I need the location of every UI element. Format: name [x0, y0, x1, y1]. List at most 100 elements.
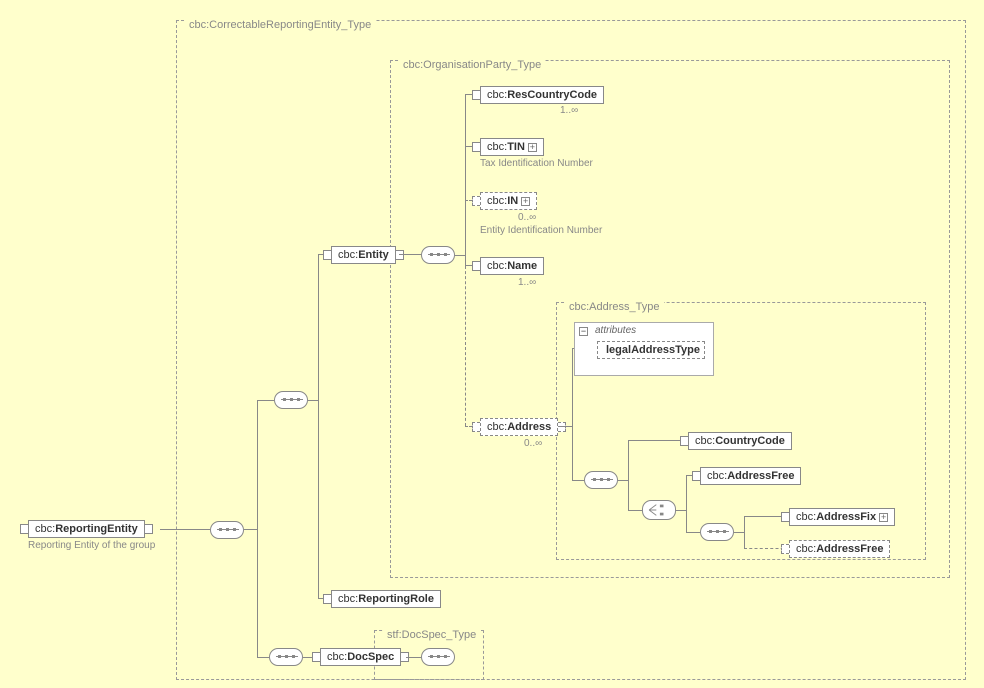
reporting-entity-desc: Reporting Entity of the group [28, 540, 168, 551]
prefix: cbc: [35, 523, 55, 535]
elname: DocSpec [347, 651, 394, 663]
expand-icon[interactable]: + [528, 143, 537, 152]
tab [312, 652, 320, 662]
elname: AddressFree [816, 543, 883, 555]
tab [472, 196, 480, 206]
prefix: cbc: [796, 543, 816, 555]
connector [257, 657, 269, 658]
prefix: cbc: [338, 593, 358, 605]
tab [692, 471, 700, 481]
connector [308, 400, 318, 401]
connector [734, 532, 744, 533]
card-name: 1..∞ [518, 277, 536, 288]
connector [676, 510, 686, 511]
expand-icon[interactable]: + [879, 513, 888, 522]
connector [160, 529, 210, 530]
elname: TIN [507, 141, 525, 153]
connector [257, 400, 274, 401]
elname: IN [507, 195, 518, 207]
group-docspec-title: stf:DocSpec_Type [383, 629, 480, 641]
node-name: cbc:Name [480, 257, 544, 275]
group-correctable-title: cbc:CorrectableReportingEntity_Type [185, 19, 375, 31]
connector [244, 529, 257, 530]
tab [323, 594, 331, 604]
tab [145, 524, 153, 534]
node-entity: cbc:Entity [331, 246, 396, 264]
prefix: cbc: [487, 89, 507, 101]
prefix: cbc: [707, 470, 727, 482]
elname: AddressFix [816, 511, 876, 523]
connector [744, 516, 745, 548]
node-docspec: cbc:DocSpec [320, 648, 401, 666]
elname: Entity [358, 249, 389, 261]
connector [257, 400, 258, 658]
connector [399, 254, 421, 255]
prefix: cbc: [796, 511, 816, 523]
collapse-icon[interactable]: − [579, 327, 588, 336]
connector [406, 657, 421, 658]
elname: AddressFree [727, 470, 794, 482]
sequence-connector [274, 391, 308, 409]
elname: ResCountryCode [507, 89, 597, 101]
card-in: 0..∞ [518, 212, 536, 223]
sequence-connector [210, 521, 244, 539]
elname: Address [507, 421, 551, 433]
prefix: cbc: [327, 651, 347, 663]
connector [558, 426, 572, 427]
node-in: cbc:IN+ [480, 192, 537, 210]
connector [628, 440, 688, 441]
connector [628, 440, 629, 510]
tab [781, 512, 789, 522]
node-addressfree-2: cbc:AddressFree [789, 540, 890, 558]
prefix: cbc: [487, 195, 507, 207]
sequence-connector [421, 246, 455, 264]
connector [572, 348, 573, 480]
node-reporting-entity: cbc:ReportingEntity [28, 520, 145, 538]
connector [628, 510, 642, 511]
tab [472, 261, 480, 271]
in-desc: Entity Identification Number [480, 225, 602, 236]
tab [396, 250, 404, 260]
connector [455, 255, 465, 256]
node-countrycode: cbc:CountryCode [688, 432, 792, 450]
tab [781, 544, 789, 554]
attributes-label: attributes [595, 325, 636, 336]
sequence-connector [584, 471, 618, 489]
elname: ReportingRole [358, 593, 434, 605]
elname: CountryCode [715, 435, 785, 447]
tab [680, 436, 688, 446]
expand-icon[interactable]: + [521, 197, 530, 206]
connector [465, 94, 466, 266]
attr-legaladdresstype: legalAddressType [597, 341, 705, 359]
prefix: cbc: [695, 435, 715, 447]
sequence-connector [269, 648, 303, 666]
elname: ReportingEntity [55, 523, 138, 535]
tab [20, 524, 28, 534]
tab [472, 142, 480, 152]
elname: Name [507, 260, 537, 272]
node-addressfix: cbc:AddressFix+ [789, 508, 895, 526]
node-reporting-role: cbc:ReportingRole [331, 590, 441, 608]
connector [618, 480, 628, 481]
tab [558, 422, 566, 432]
card-rescountry: 1..∞ [560, 105, 578, 116]
tab [472, 90, 480, 100]
sequence-connector [700, 523, 734, 541]
tab [323, 250, 331, 260]
prefix: cbc: [487, 260, 507, 272]
card-address: 0..∞ [524, 438, 542, 449]
connector [686, 532, 700, 533]
prefix: cbc: [338, 249, 358, 261]
connector [318, 254, 319, 599]
connector [572, 348, 574, 349]
group-orgparty-title: cbc:OrganisationParty_Type [399, 59, 545, 71]
connector [686, 475, 687, 533]
connector-dashed [465, 266, 466, 426]
node-tin: cbc:TIN+ [480, 138, 544, 156]
node-rescountrycode: cbc:ResCountryCode [480, 86, 604, 104]
node-address: cbc:Address [480, 418, 558, 436]
prefix: cbc: [487, 421, 507, 433]
attributes-box: − attributes legalAddressType [574, 322, 714, 376]
tab [472, 422, 480, 432]
sequence-connector [421, 648, 455, 666]
